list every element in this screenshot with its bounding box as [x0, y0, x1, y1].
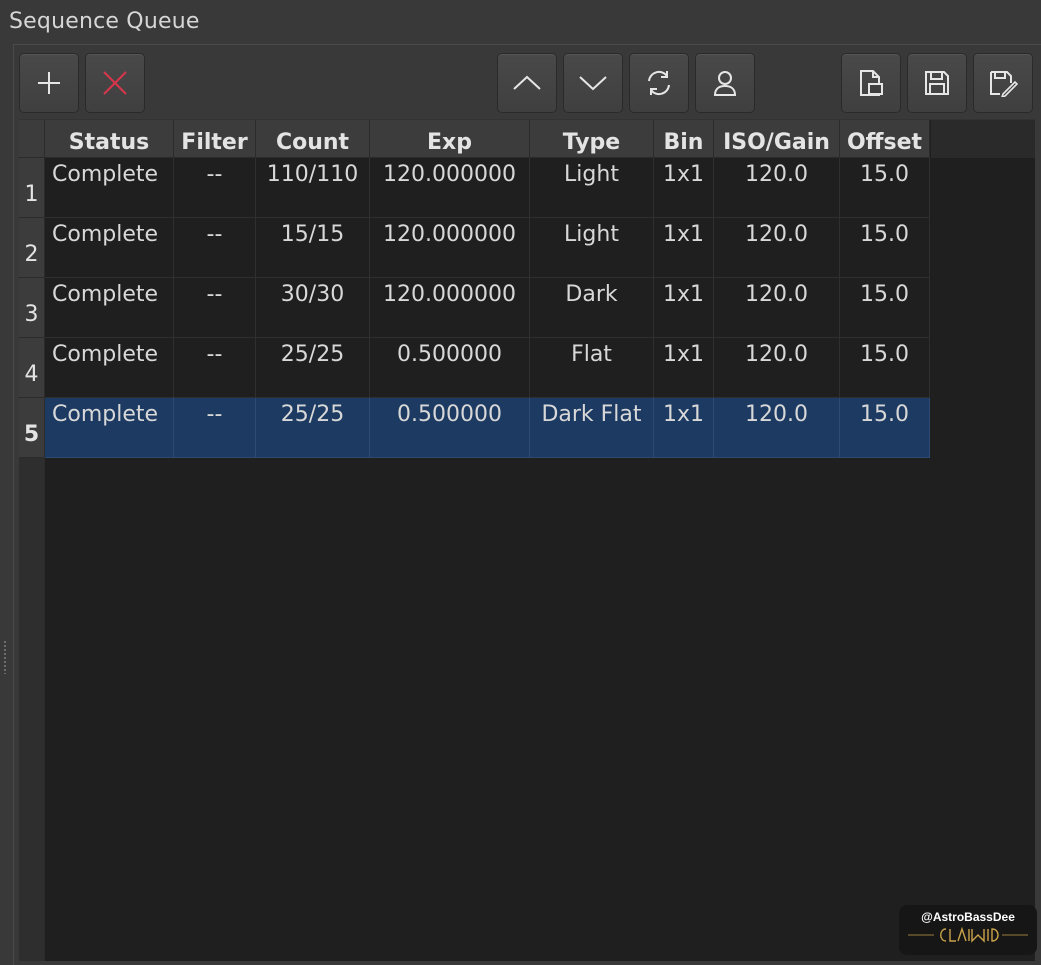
splitter-handle[interactable] [3, 640, 7, 674]
cell-status[interactable]: Complete [45, 218, 174, 278]
close-icon [103, 71, 127, 95]
cell-filter[interactable]: -- [174, 398, 256, 458]
cell-type[interactable]: Light [530, 158, 654, 218]
cell-exp[interactable]: 120.000000 [370, 158, 530, 218]
cell-exp[interactable]: 0.500000 [370, 338, 530, 398]
column-header-bin[interactable]: Bin [654, 120, 714, 158]
cell-offset[interactable]: 15.0 [840, 218, 930, 278]
watermark-logo [908, 926, 1028, 943]
cell-offset[interactable]: 15.0 [840, 398, 930, 458]
cell-status[interactable]: Complete [45, 398, 174, 458]
column-header-type[interactable]: Type [530, 120, 654, 158]
plus-icon [38, 72, 60, 94]
save-as-icon [990, 71, 1018, 97]
cell-offset[interactable]: 15.0 [840, 278, 930, 338]
move-down-button[interactable] [563, 53, 623, 113]
cell-count[interactable]: 25/25 [256, 338, 370, 398]
table-row[interactable]: Complete -- 25/25 0.500000 Flat 1x1 120.… [45, 338, 930, 398]
observer-button[interactable] [695, 53, 755, 113]
save-icon [925, 71, 949, 95]
header-filler [931, 120, 1035, 158]
column-header-iso-gain[interactable]: ISO/Gain [714, 120, 840, 158]
cell-count[interactable]: 15/15 [256, 218, 370, 278]
load-file-icon [860, 70, 883, 96]
cell-iso-gain[interactable]: 120.0 [714, 218, 840, 278]
save-as-button[interactable] [973, 53, 1033, 113]
cell-filter[interactable]: -- [174, 218, 256, 278]
cell-status[interactable]: Complete [45, 278, 174, 338]
table-row-selected[interactable]: Complete -- 25/25 0.500000 Dark Flat 1x1… [45, 398, 930, 458]
column-header-filter[interactable]: Filter [174, 120, 256, 158]
cell-offset[interactable]: 15.0 [840, 338, 930, 398]
chevron-up-icon [513, 75, 541, 90]
column-header-count[interactable]: Count [256, 120, 370, 158]
cell-bin[interactable]: 1x1 [654, 218, 714, 278]
column-header-exp[interactable]: Exp [370, 120, 530, 158]
row-number[interactable]: 1 [19, 158, 44, 218]
table-header: Status Filter Count Exp Type Bin ISO/Gai… [45, 120, 930, 158]
cell-type[interactable]: Dark Flat [530, 398, 654, 458]
load-sequence-button[interactable] [841, 53, 901, 113]
cell-count[interactable]: 25/25 [256, 398, 370, 458]
cell-count[interactable]: 110/110 [256, 158, 370, 218]
cell-iso-gain[interactable]: 120.0 [714, 158, 840, 218]
remove-job-button[interactable] [85, 53, 145, 113]
row-number[interactable]: 5 [19, 398, 44, 458]
column-header-offset[interactable]: Offset [840, 120, 930, 158]
row-number[interactable]: 2 [19, 218, 44, 278]
cell-bin[interactable]: 1x1 [654, 158, 714, 218]
cell-filter[interactable]: -- [174, 338, 256, 398]
move-up-button[interactable] [497, 53, 557, 113]
sequence-table[interactable]: Status Filter Count Exp Type Bin ISO/Gai… [19, 119, 1035, 961]
table-body: Complete -- 110/110 120.000000 Light 1x1… [45, 158, 930, 458]
cell-iso-gain[interactable]: 120.0 [714, 338, 840, 398]
table-corner-button[interactable] [19, 120, 45, 158]
cell-exp[interactable]: 120.000000 [370, 218, 530, 278]
row-number[interactable]: 3 [19, 278, 44, 338]
table-row[interactable]: Complete -- 30/30 120.000000 Dark 1x1 12… [45, 278, 930, 338]
cell-type[interactable]: Dark [530, 278, 654, 338]
row-number[interactable]: 4 [19, 338, 44, 398]
user-icon [713, 71, 737, 96]
add-job-button[interactable] [19, 53, 79, 113]
watermark: @AstroBassDee [899, 905, 1037, 955]
panel-title: Sequence Queue [9, 9, 200, 34]
row-header-column: 1 2 3 4 5 [19, 158, 45, 961]
cell-offset[interactable]: 15.0 [840, 158, 930, 218]
table-row[interactable]: Complete -- 110/110 120.000000 Light 1x1… [45, 158, 930, 218]
cell-status[interactable]: Complete [45, 338, 174, 398]
watermark-handle: @AstroBassDee [921, 910, 1015, 924]
save-sequence-button[interactable] [907, 53, 967, 113]
cell-exp[interactable]: 0.500000 [370, 398, 530, 458]
table-row[interactable]: Complete -- 15/15 120.000000 Light 1x1 1… [45, 218, 930, 278]
column-header-status[interactable]: Status [45, 120, 174, 158]
cell-type[interactable]: Light [530, 218, 654, 278]
cell-bin[interactable]: 1x1 [654, 278, 714, 338]
chevron-down-icon [579, 76, 607, 91]
cell-exp[interactable]: 120.000000 [370, 278, 530, 338]
cell-status[interactable]: Complete [45, 158, 174, 218]
cell-bin[interactable]: 1x1 [654, 398, 714, 458]
cell-bin[interactable]: 1x1 [654, 338, 714, 398]
cell-iso-gain[interactable]: 120.0 [714, 278, 840, 338]
cell-type[interactable]: Flat [530, 338, 654, 398]
refresh-icon [648, 70, 670, 96]
cell-count[interactable]: 30/30 [256, 278, 370, 338]
cell-filter[interactable]: -- [174, 278, 256, 338]
cell-iso-gain[interactable]: 120.0 [714, 398, 840, 458]
cell-filter[interactable]: -- [174, 158, 256, 218]
reset-button[interactable] [629, 53, 689, 113]
